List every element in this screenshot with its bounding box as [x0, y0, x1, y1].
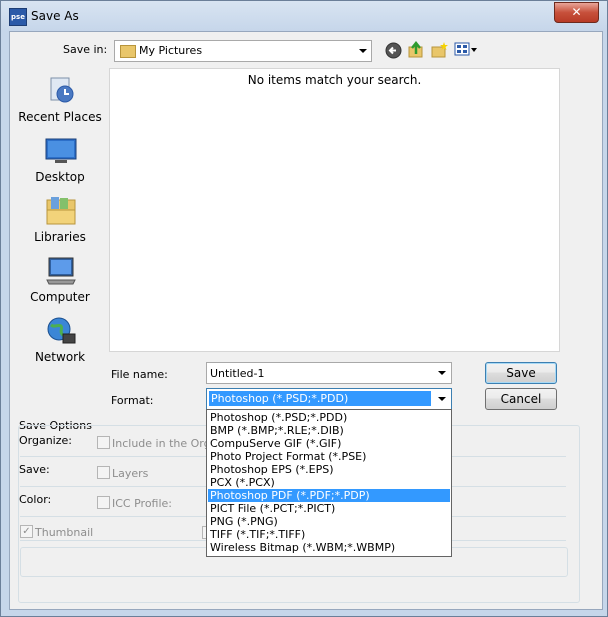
place-label: Computer	[30, 290, 90, 304]
format-selected: Photoshop (*.PSD;*.PDD)	[209, 391, 431, 406]
computer-icon	[46, 257, 76, 285]
file-list[interactable]: No items match your search.	[109, 68, 560, 352]
format-option[interactable]: PCX (*.PCX)	[208, 476, 450, 489]
up-folder-icon[interactable]	[408, 41, 425, 58]
network-icon	[47, 317, 76, 344]
place-label: Desktop	[35, 170, 85, 184]
format-option[interactable]: CompuServe GIF (*.GIF)	[208, 437, 450, 450]
layers-checkbox[interactable]	[97, 466, 110, 479]
organize-label: Organize:	[19, 434, 72, 447]
place-libraries[interactable]: Libraries	[18, 196, 102, 252]
format-option-highlighted[interactable]: Photoshop PDF (*.PDF;*.PDP)	[208, 489, 450, 502]
save-as-dialog: pse Save As ✕ Save in: My Pictures Recen…	[0, 0, 608, 617]
format-option[interactable]: Photoshop EPS (*.EPS)	[208, 463, 450, 476]
file-name-value: Untitled-1	[210, 367, 265, 380]
title-bar[interactable]: pse Save As ✕	[1, 1, 607, 31]
format-label: Format:	[111, 394, 154, 407]
save-in-label: Save in:	[63, 43, 108, 56]
format-dropdown[interactable]: Photoshop (*.PSD;*.PDD)	[206, 388, 452, 410]
place-label: Recent Places	[18, 110, 102, 124]
chevron-down-icon	[359, 49, 367, 53]
new-folder-icon[interactable]	[431, 41, 448, 58]
window-title: Save As	[31, 9, 79, 23]
recent-places-icon	[50, 77, 74, 103]
chevron-down-icon	[438, 397, 446, 401]
format-option[interactable]: TIFF (*.TIF;*.TIFF)	[208, 528, 450, 541]
format-option[interactable]: PNG (*.PNG)	[208, 515, 450, 528]
format-option[interactable]: BMP (*.BMP;*.RLE;*.DIB)	[208, 424, 450, 437]
thumbnail-label: Thumbnail	[35, 526, 94, 539]
save-button[interactable]: Save	[485, 362, 557, 384]
folder-icon	[120, 45, 136, 58]
view-menu-icon[interactable]	[454, 41, 478, 58]
chevron-down-icon[interactable]	[438, 371, 446, 375]
save-in-dropdown[interactable]: My Pictures	[114, 40, 372, 62]
place-label: Libraries	[34, 230, 86, 244]
cancel-button[interactable]: Cancel	[485, 388, 557, 410]
place-label: Network	[34, 350, 86, 364]
format-option[interactable]: PICT File (*.PCT;*.PICT)	[208, 502, 450, 515]
save-in-value: My Pictures	[139, 44, 203, 57]
libraries-icon	[46, 197, 76, 225]
dialog-body: Save in: My Pictures Recent Places Deskt…	[9, 31, 603, 610]
desktop-icon	[45, 138, 77, 163]
include-in-organizer-label: Include in the Org	[112, 437, 211, 450]
place-recent-places[interactable]: Recent Places	[18, 76, 102, 132]
back-arrow-icon[interactable]	[385, 42, 402, 59]
place-desktop[interactable]: Desktop	[18, 136, 102, 192]
include-in-organizer-checkbox[interactable]	[97, 436, 110, 449]
place-computer[interactable]: Computer	[18, 256, 102, 312]
empty-message: No items match your search.	[247, 73, 422, 87]
format-dropdown-list[interactable]: Photoshop (*.PSD;*.PDD) BMP (*.BMP;*.RLE…	[206, 409, 452, 557]
icc-profile-checkbox[interactable]	[97, 496, 110, 509]
place-network[interactable]: Network	[18, 316, 102, 372]
file-name-input[interactable]: Untitled-1	[206, 362, 452, 384]
format-option[interactable]: Photo Project Format (*.PSE)	[208, 450, 450, 463]
thumbnail-checkbox[interactable]: ✓	[20, 525, 33, 538]
format-option[interactable]: Photoshop (*.PSD;*.PDD)	[208, 411, 450, 424]
app-icon: pse	[9, 8, 27, 26]
color-label: Color:	[19, 493, 52, 506]
save-label: Save:	[19, 463, 50, 476]
icc-profile-label: ICC Profile:	[112, 497, 173, 510]
places-bar: Recent Places Desktop Libraries Computer…	[18, 70, 102, 370]
layers-label: Layers	[112, 467, 149, 480]
file-name-label: File name:	[111, 368, 168, 381]
format-option[interactable]: Wireless Bitmap (*.WBM;*.WBMP)	[208, 541, 450, 554]
close-button[interactable]: ✕	[554, 2, 599, 23]
